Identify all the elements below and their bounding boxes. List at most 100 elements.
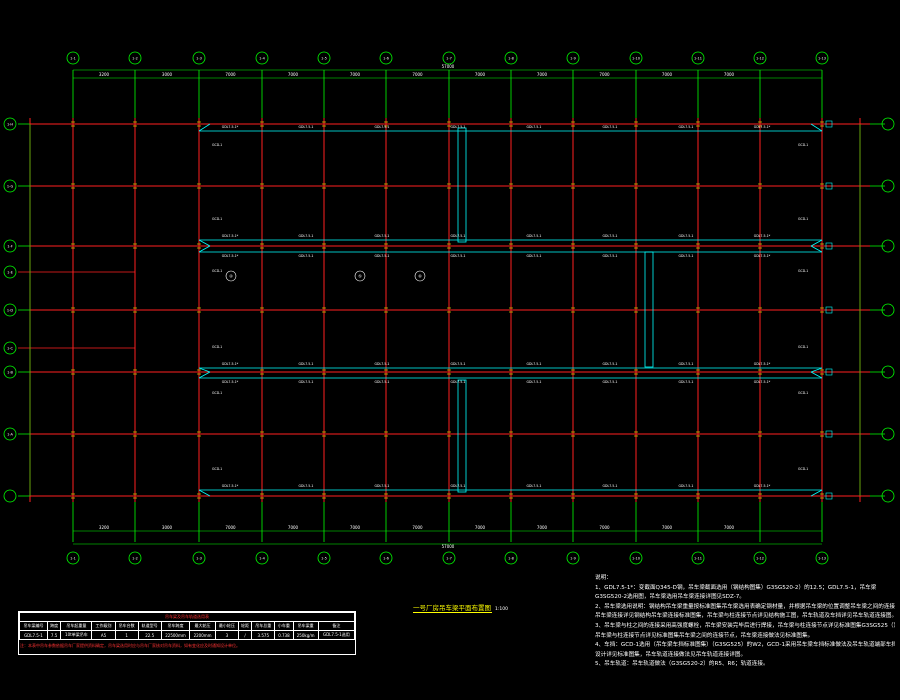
- crane-beam-label: GDL7.5-1*: [754, 380, 771, 384]
- crane-beam-label: GDL7.5-1: [679, 362, 694, 366]
- table-cell: 0.738: [274, 630, 294, 640]
- crane-beam-label: GDL7.5-1: [603, 125, 618, 129]
- crane-beam-label: GDL7.5-1: [451, 254, 466, 258]
- crane-beam-label: GDL7.5-1: [451, 125, 466, 129]
- axis-label: 1-2: [132, 57, 138, 61]
- crane-beam-label: GDL7.5-1*: [754, 234, 771, 238]
- crane-beam-label: GDL7.5-1: [527, 362, 542, 366]
- table-header-cell: 吊车台数: [114, 621, 139, 631]
- drawing-scale: 1:100: [495, 607, 508, 612]
- table-header-cell: 轨道型号: [137, 621, 162, 631]
- axis-label: 1-6: [383, 57, 389, 61]
- notes-line: 说明：: [595, 575, 612, 581]
- crane-beam-label: GDL7.5-1: [679, 254, 694, 258]
- axis-label: 1-5: [321, 57, 327, 61]
- end-stop-label: GCD-1: [212, 467, 222, 471]
- dimension-text: 7000: [412, 525, 423, 530]
- notes-line: G3SG520-2选用图，吊车梁选用吊车梁连接详图见SDZ-7。: [595, 594, 745, 601]
- axis-label: 1-7: [446, 557, 452, 561]
- crane-beam-label: GDL7.5-1: [451, 362, 466, 366]
- callout-label: ⑤: [358, 274, 362, 279]
- end-stop-label: GCD-1: [212, 345, 222, 349]
- axis-label: 1-C: [7, 347, 13, 351]
- dimension-lines: 3200 3000 7000 7000 7000 7000 7000 7000 7000 7000…: [29, 64, 861, 549]
- crane-beam-label: GDL7.5-1: [451, 380, 466, 384]
- axis-label: 1-12: [756, 57, 764, 61]
- table-cell: /: [237, 630, 253, 640]
- dimension-text: 7000: [475, 72, 486, 77]
- crane-beam-label: GDL7.5-1*: [222, 234, 239, 238]
- dimension-text: 3200: [99, 525, 110, 530]
- crane-beam-label: GDL7.5-1: [299, 234, 314, 238]
- axis-bubble: [3, 489, 17, 503]
- crane-beam-label: GDL7.5-1: [375, 254, 390, 258]
- notes-line: 设计详见标准图集，吊车轨道连接做法见吊车轨道连接详图。: [595, 651, 747, 658]
- table-footnote: 注：本表中吊车参数依据吊车厂家提供资料确定，吊车梁选用时应与吊车厂家核对吊车资料…: [20, 643, 240, 648]
- rail-end-slope: [198, 123, 211, 132]
- callout-label: ⑥: [418, 274, 422, 279]
- vertical-brace-frame: [457, 127, 467, 243]
- axis-label: 1-6: [383, 557, 389, 561]
- dimension-text: 7000: [537, 72, 548, 77]
- rail-end-slope: [810, 489, 823, 497]
- table-header-cell: 工作级别: [91, 621, 116, 631]
- dimension-text: 3200: [99, 72, 110, 77]
- crane-beam-label: GDL7.5-1*: [754, 362, 771, 366]
- notes-line: 1、GDL7.5-1*：变截面Q345-D钢，吊车梁截面选用（钢结构图集）G3S…: [595, 584, 877, 591]
- crane-beam-label: GDL7.5-1*: [754, 254, 771, 258]
- table-header-cell: 吊车总重: [251, 621, 276, 631]
- end-stop-label: GCD-1: [212, 391, 222, 395]
- table-header-cell: 最小轮压: [214, 621, 239, 631]
- notes-line: 吊车梁与柱连接节点详见标准图集吊车梁之间的连接节点，吊车梁连接做法见标准图集。: [595, 632, 814, 639]
- crane-beam-label: GDL7.5-1*: [222, 254, 239, 258]
- axis-label: 1-D: [7, 309, 13, 313]
- end-stop-label: GCD-1: [798, 345, 808, 349]
- axis-label: 1-11: [694, 557, 702, 561]
- dimension-text: 7000: [475, 525, 486, 530]
- table-cell: GDL7.5-1选用: [317, 630, 356, 640]
- axis-label: 1-G: [7, 185, 14, 189]
- crane-beam-label: GDL7.5-1: [375, 362, 390, 366]
- crane-beam-label: GDL7.5-1: [375, 484, 390, 488]
- crane-beam-label: GDL7.5-1*: [222, 125, 239, 129]
- axis-label: 1-10: [632, 557, 640, 561]
- crane-beam-label: GDL7.5-1: [603, 234, 618, 238]
- callout-label: ④: [229, 274, 233, 279]
- axis-label: 1-13: [818, 557, 826, 561]
- crane-beam-label: GDL7.5-1: [527, 484, 542, 488]
- dimension-text: 3000: [162, 72, 173, 77]
- crane-beam-label: GDL7.5-1: [527, 125, 542, 129]
- dimension-text: 7000: [662, 72, 673, 77]
- axis-label: 1-4: [259, 57, 265, 61]
- table-cell: 2200mm: [189, 630, 216, 640]
- axis-label: 1-11: [694, 57, 702, 61]
- dimension-text: 7000: [599, 72, 610, 77]
- table-header-cell: 备注: [317, 621, 356, 631]
- axis-label: 1-1: [70, 557, 76, 561]
- vertical-brace-frame: [457, 379, 467, 493]
- crane-beam-label: GDL7.5-1*: [222, 362, 239, 366]
- dimension-text: 7000: [662, 525, 673, 530]
- rail-end-slope: [810, 123, 823, 132]
- table-header-cell: 吊车跨度: [160, 621, 191, 631]
- table-cell: 3: [214, 630, 239, 640]
- dimension-text: 7000: [412, 72, 423, 77]
- axis-label: 1-8: [508, 557, 514, 561]
- dimension-text: 7000: [225, 525, 236, 530]
- table-header-row: 吊车梁编号 跨度 吊车起重量 工作级别 吊车台数 轨道型号 吊车跨度 最大轮压 …: [19, 621, 356, 631]
- dimension-text: 7000: [599, 525, 610, 530]
- table-cell: 3.575: [251, 630, 276, 640]
- axis-label: 1-5: [321, 557, 327, 561]
- end-stop-label: GCD-1: [212, 217, 222, 221]
- axis-label: 1-2: [132, 557, 138, 561]
- crane-beam-label: GDL7.5-1: [299, 125, 314, 129]
- crane-beam-label: GDL7.5-1: [299, 484, 314, 488]
- dimension-text: 7000: [225, 72, 236, 77]
- notes-line: 吊车梁连接详见钢结构吊车梁连接标准图集，吊车梁与柱连接节点详见结构施工图，吊车轨…: [595, 613, 895, 620]
- crane-beams: [29, 118, 870, 502]
- title-underline: [413, 612, 492, 613]
- axis-label: 1-4: [259, 557, 265, 561]
- end-stop-label: GCD-1: [798, 269, 808, 273]
- dimension-text: 7000: [288, 72, 299, 77]
- crane-beam-label: GDL7.5-1: [679, 125, 694, 129]
